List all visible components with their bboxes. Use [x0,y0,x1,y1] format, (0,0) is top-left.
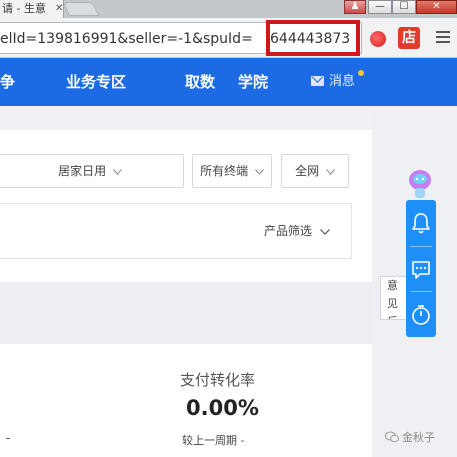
nav-item-competition[interactable]: 争 [0,58,15,106]
chevron-down-icon [113,168,122,175]
nav-item-business[interactable]: 业务专区 [66,58,126,106]
record-extension-icon[interactable] [370,31,386,47]
chevron-down-icon [326,168,335,175]
timer-icon[interactable] [406,298,436,332]
conversion-rate-value: 0.00% [186,396,259,420]
close-window-button[interactable]: ✕ [416,0,457,14]
terminal-value: 所有终端 [200,164,249,178]
conversion-rate-label: 支付转化率 [180,371,256,389]
chevron-down-icon [319,228,330,235]
terminal-dropdown[interactable]: 所有终端 [192,154,272,188]
conversion-rate-compare: 较上一周期 - [182,434,245,447]
watermark-text: 金秋子 [402,431,435,444]
messages-label: 消息 [329,74,356,89]
chat-icon[interactable] [406,253,436,287]
shop-extension-icon[interactable]: 店 [398,27,420,49]
wechat-icon [385,431,399,443]
nav-item-academy[interactable]: 学院 [238,58,268,106]
section-divider [0,282,372,344]
toolbar-divider [410,291,432,292]
mascot-icon[interactable] [408,168,432,200]
product-filter-label: 产品筛选 [264,224,313,238]
unread-dot [358,70,364,76]
wechat-watermark: 金秋子 [385,429,435,445]
nav-item-data[interactable]: 取数 [185,58,215,106]
category-value: 居家日用 [58,164,107,178]
user-icon[interactable]: ♟ [344,0,366,14]
nav-item-messages[interactable]: 消息 [310,58,355,106]
hamburger-menu-icon[interactable] [436,29,450,45]
maximize-button[interactable]: ☐ [392,0,416,14]
bell-icon[interactable] [406,206,436,240]
toolbar-divider [410,246,432,247]
feedback-label-line2: 反馈 [387,313,407,319]
network-value: 全网 [295,164,320,178]
category-dropdown[interactable]: 居家日用 [0,154,184,188]
feedback-label-line1: 意见 [387,279,398,310]
left-metric-compare: - [6,431,11,445]
new-tab-button[interactable] [62,2,100,16]
feedback-button[interactable]: 意见 反馈 [380,276,408,320]
minimize-button[interactable]: — [368,0,392,14]
tab-title: 请 - 生意 [2,2,46,15]
product-filter-toggle[interactable]: 产品筛选 [264,222,330,239]
network-dropdown[interactable]: 全网 [281,154,349,188]
annotation-highlight-box [266,20,360,56]
address-bar-url[interactable]: elId=139816991&seller=-1&spuId= [0,30,270,48]
chevron-down-icon [255,168,264,175]
